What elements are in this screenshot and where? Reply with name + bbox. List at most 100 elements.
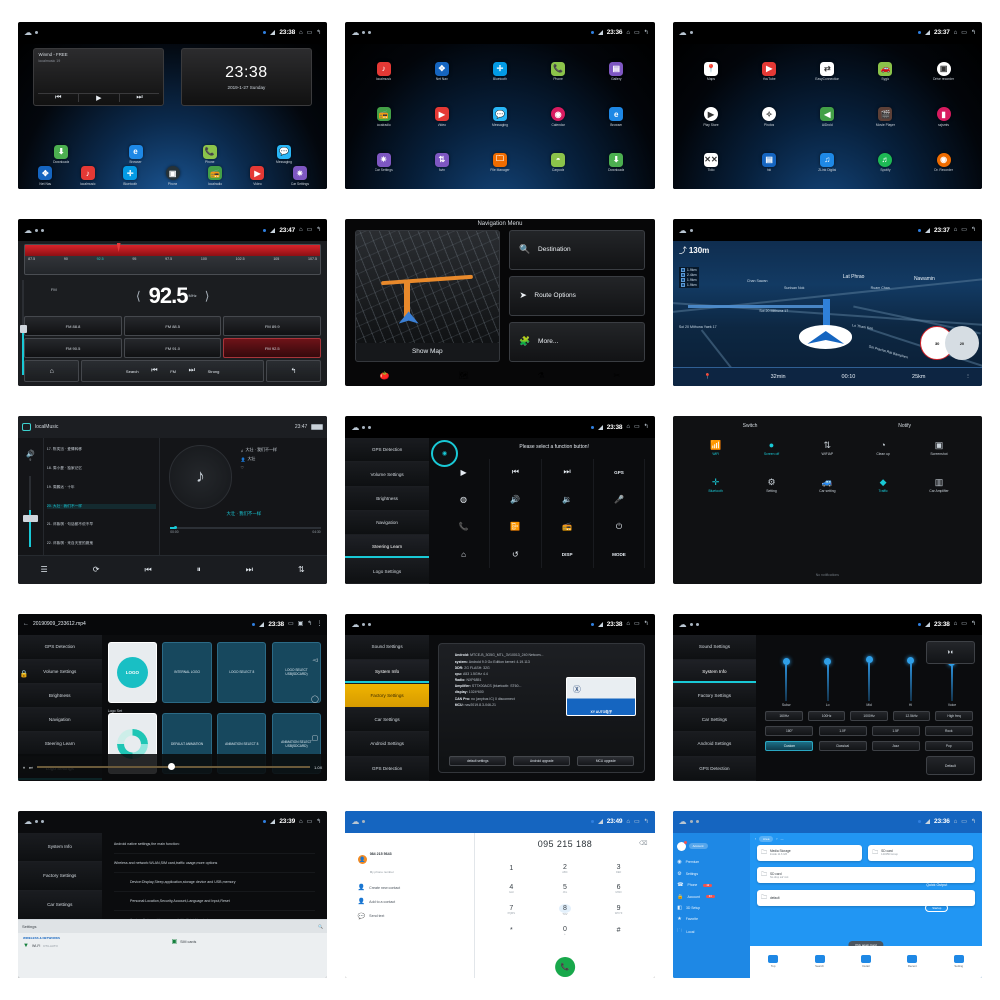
play-store-icon[interactable]: ▶ xyxy=(703,107,718,122)
back-icon[interactable]: ‹ xyxy=(755,837,756,841)
switch-row-2[interactable]: ✛ Bluetooth ⚙ Setting 🚙 Car setting ◆ Traffic ▥ C… xyxy=(691,477,963,493)
keypad[interactable]: 1 2 ABC 3 DEF 4 GHI 5 JKL 6 MNO 7 PQRS 8 TUV 9 WXYZ * 0 + # xyxy=(485,858,646,941)
next-icon[interactable]: ⏭ xyxy=(246,565,253,575)
dialer-keypad-pane[interactable]: 095 215 188 ⌫ 1 2 ABC 3 DEF 4 GHI 5 JKL 6 MNO 7 PQRS… xyxy=(475,833,654,978)
bluetooth-icon[interactable]: ✛ xyxy=(123,166,138,181)
phone-icon[interactable]: 📞 xyxy=(551,61,566,76)
home-button[interactable]: ⌂ xyxy=(438,540,490,568)
recent-icon[interactable] xyxy=(907,955,918,964)
app-downloads[interactable]: ⬇ Downloads xyxy=(39,144,84,164)
power-button[interactable]: ⏻ xyxy=(594,513,646,541)
eq-button-1000hz[interactable]: 1000Hz xyxy=(850,711,888,722)
home-icon[interactable] xyxy=(768,955,779,964)
radio-icon[interactable]: 📻 xyxy=(376,107,391,122)
map-thumb-icon[interactable]: 🗺 xyxy=(459,371,469,380)
app-play-store[interactable]: ▶ Play Store xyxy=(689,107,733,127)
dialer-actions[interactable]: 👤 Create new contact 👤 Add to a contact 💬 Sen… xyxy=(358,884,462,920)
dock-item-search[interactable]: Search xyxy=(814,955,825,968)
location-pin-icon[interactable]: 📍 xyxy=(673,374,743,380)
detail-icon[interactable] xyxy=(860,955,871,964)
app-movie-player[interactable]: 🎬 Movie Player xyxy=(864,107,908,127)
prev-icon[interactable]: ⏮ xyxy=(38,94,80,103)
toggle-car-setting[interactable]: 🚙 Car setting xyxy=(803,477,852,493)
eq-button-1-5f[interactable]: 1.5F xyxy=(871,726,920,737)
app-messaging[interactable]: 💬 Messaging xyxy=(478,107,522,127)
avatar[interactable] xyxy=(676,840,687,851)
eq-button-12-5khz[interactable]: 12.5kHz xyxy=(892,711,931,722)
sidebar-item-navigation[interactable]: Navigation xyxy=(345,510,429,536)
gear-icon[interactable] xyxy=(953,955,964,964)
back-icon[interactable]: ↰ xyxy=(316,227,321,233)
key-7[interactable]: 7 PQRS xyxy=(485,900,539,921)
playlist-item[interactable]: 18. 周小曼 · 独家记忆 xyxy=(47,466,157,471)
app-youtube[interactable]: ▶ YouTube xyxy=(747,61,791,81)
radio-presets[interactable]: FM 88.8 FM 88.5 FM 89.9 FM 90.5 FM 91.0 FM 92… xyxy=(24,316,322,359)
panel-steering-learn[interactable]: GPS Detection Volume Settings Brightness Na… xyxy=(345,416,655,584)
sidebar-item-phone[interactable]: ☎ Phone 12 xyxy=(673,880,750,891)
app-messaging[interactable]: 💬 Messaging xyxy=(262,144,307,164)
gear-icon[interactable]: ⚙ xyxy=(767,477,775,487)
android-settings-overlay[interactable]: Settings 🔍 WIRELESS & NETWORKS ▼ Wi-Fi D… xyxy=(18,919,328,978)
radio-transport[interactable]: Search ⏮ FM ⏭ Strong xyxy=(81,360,264,383)
app-avin[interactable]: ⇅ Avin xyxy=(420,152,464,172)
toggle-wifiap[interactable]: ⇅ WIFIAP xyxy=(803,440,852,456)
destination-button[interactable]: 🔍 Destination xyxy=(508,230,646,270)
panel-system-info[interactable]: Sound Settings System Info Factory Setting… xyxy=(345,613,655,781)
steering-button-grid[interactable]: ▶ ⏮ ⏭ GPS ◍ 🔊 🔉 🎤 📞 📴 📻 ⏻ ⌂ ↺ DISP MODE xyxy=(438,458,646,568)
navigation-icon[interactable]: ✥ xyxy=(434,61,449,76)
radio-dial[interactable]: 87.5 90 92.5 95 97.5 100 102.5 105 107.5 xyxy=(24,243,322,275)
call-answer-button[interactable]: 📞 xyxy=(438,513,490,541)
playlist-item[interactable]: 19. 周鹏远 · 十年 xyxy=(47,485,157,490)
strong-button[interactable]: Strong xyxy=(208,369,220,374)
playlist-item[interactable]: 17. 陈奕迅 · 爱情转移 xyxy=(47,447,157,452)
key-1[interactable]: 1 xyxy=(485,858,539,879)
google-maps-icon[interactable]: 📍 xyxy=(703,61,718,76)
dialed-number[interactable]: 095 215 188 xyxy=(485,839,646,849)
app-spotify[interactable]: ♬ Spotify xyxy=(864,152,908,172)
settings-icon[interactable]: ✷ xyxy=(292,166,307,181)
home-icon[interactable]: ⌂ xyxy=(954,621,958,627)
panel-radio[interactable]: 87.5 90 92.5 95 97.5 100 102.5 105 107.5 FM ⟨ 92… xyxy=(18,219,328,387)
app-sygic[interactable]: 🚗 Sygic xyxy=(864,61,908,81)
back-button[interactable]: ↰ xyxy=(266,360,322,383)
toggle-clean-up[interactable]: ◔ Clean up xyxy=(859,440,908,456)
breadcrumb-label[interactable]: Area xyxy=(759,835,774,842)
launcher-account-header[interactable]: Account xyxy=(673,839,750,857)
zlink-icon[interactable]: ♫ xyxy=(820,152,835,167)
eq-freq-row[interactable]: 160Hz 100Hz 1000Hz 12.5kHz High freq xyxy=(765,711,973,722)
key-*[interactable]: * xyxy=(485,920,539,941)
rotate-icon[interactable]: ◯ xyxy=(311,695,319,703)
panel-google-apps[interactable]: 📍 Maps ▶ YouTube ⇄ EasyConnection 🚗 Sygic ▣ Drive… xyxy=(672,22,982,190)
download-icon[interactable]: ⬇ xyxy=(54,144,69,159)
car-setting-icon[interactable]: 🚙 xyxy=(822,477,833,487)
app-localradio[interactable]: 📻 localradio xyxy=(362,107,406,127)
app-localmusic[interactable]: ♪ localmusic xyxy=(362,61,406,81)
eq-button-custom[interactable]: Custom xyxy=(765,741,814,752)
home-icon[interactable]: ⌂ xyxy=(299,819,303,825)
carpods-icon[interactable]: ◓ xyxy=(551,152,566,167)
dial-icon[interactable]: ▣ xyxy=(165,166,180,181)
sidebar-item-favorite[interactable]: ★ Favorite xyxy=(673,914,750,925)
video-icon[interactable]: ▶ xyxy=(434,107,449,122)
app-zlink-digital[interactable]: ♫ ZLink Digital xyxy=(806,152,850,172)
preset-button[interactable]: FM 88.8 xyxy=(24,316,122,337)
video-transport[interactable]: ⏸ ⏭ 1.0X xyxy=(18,754,328,781)
sidebar-item-gps-detection[interactable]: GPS Detection xyxy=(345,756,429,781)
more--button[interactable]: 🧩 More... xyxy=(508,322,646,362)
sidebar-item-gps-detection[interactable]: GPS Detection xyxy=(345,438,429,463)
sidebar-item-system-info[interactable]: System Info xyxy=(345,659,429,684)
switch-grid[interactable]: 📶 WiFi ● Screen off ⇅ WIFIAP ◔ Clean up ▣ Screens… xyxy=(673,440,982,493)
home-icon[interactable]: ⌂ xyxy=(954,819,958,825)
app-photos[interactable]: ✧ Photos xyxy=(747,107,791,127)
app-car-settings[interactable]: ✷ Car Settings xyxy=(362,152,406,172)
app-tidio[interactable]: ✕✕ Tidio xyxy=(689,152,733,172)
preset-button[interactable]: FM 89.9 xyxy=(223,316,322,337)
google-photos-icon[interactable]: ✧ xyxy=(762,107,777,122)
eq-button-1-0f[interactable]: 1.0F xyxy=(818,726,867,737)
drive-recorder-icon[interactable]: ▣ xyxy=(936,61,951,76)
pause-icon[interactable]: ⏸ xyxy=(197,565,201,575)
steering-wheel-icon[interactable]: ◉ xyxy=(431,439,459,467)
cast-icon[interactable]: ▣ xyxy=(298,621,304,627)
sidebar-item-factory-settings[interactable]: Factory Settings xyxy=(672,683,757,709)
movie-player-icon[interactable]: 🎬 xyxy=(878,107,893,122)
